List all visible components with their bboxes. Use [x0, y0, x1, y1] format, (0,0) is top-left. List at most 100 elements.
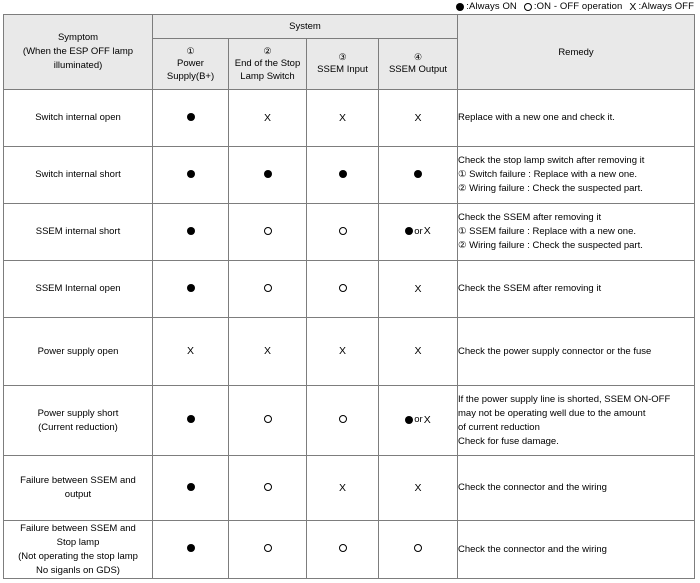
header-system-group: System: [152, 14, 458, 39]
x-mark-icon: X: [339, 112, 346, 123]
open-circle-glyph: [338, 226, 347, 235]
open-circle-glyph: [263, 544, 272, 552]
symptom-cell: Switch internal open: [3, 89, 153, 147]
symbol-legend: : Always ON : ON - OFF operation X : Alwa…: [0, 0, 694, 14]
column-label-line1: End of the Stop: [234, 58, 301, 69]
table-row: Switch internal short Check the stop lamp…: [3, 146, 695, 204]
open-circle-icon: [338, 283, 347, 292]
symptom-line-1: output: [64, 489, 92, 500]
open-circle-icon: [263, 283, 272, 292]
filled-circle-icon: [186, 112, 195, 121]
diagnostic-table-page: : Always ON : ON - OFF operation X : Alwa…: [0, 0, 700, 583]
state-cell-col4: X: [378, 455, 458, 521]
state-cell-col1: [152, 146, 229, 204]
remedy-line-0: Check the SSEM after removing it: [458, 212, 602, 223]
symptom-line-0: Switch internal open: [35, 112, 121, 123]
state-cell-col3: [306, 146, 379, 204]
x-mark-glyph: X: [414, 481, 422, 494]
open-circle-icon: [523, 3, 532, 11]
symptom-line-0: Power supply open: [37, 345, 119, 357]
state-cell-col1: [152, 203, 229, 261]
x-mark-glyph: X: [263, 345, 271, 357]
header-system-col-3: ③ SSEM Input: [306, 38, 379, 90]
filled-circle-glyph: [186, 482, 195, 491]
filled-circle-glyph: [263, 169, 272, 178]
x-mark-glyph: X: [186, 345, 194, 357]
remedy-line-0: Check the power supply connector or the …: [458, 345, 652, 357]
column-number-3: ③: [338, 52, 347, 63]
symptom-cell: Switch internal short: [3, 146, 153, 204]
symptom-line-0: Switch internal short: [35, 169, 121, 180]
remedy-cell: Check the power supply connector or the …: [457, 317, 695, 386]
remedy-line-2: of current reduction: [458, 421, 540, 433]
filled-circle-icon: [414, 169, 422, 178]
symptom-line-0: Power supply short: [37, 407, 119, 419]
x-mark-icon: X: [414, 112, 421, 123]
x-mark-glyph: X: [629, 1, 637, 13]
filled-circle-glyph: [186, 544, 195, 552]
remedy-line-3: Check for fuse damage.: [458, 435, 559, 447]
filled-circle-glyph: [186, 415, 195, 423]
remedy-cell: Replace with a new one and check it.: [457, 89, 695, 147]
legend-item-2: X : Always OFF: [629, 0, 694, 14]
open-circle-glyph: [414, 544, 422, 552]
remedy-cell: Check the connector and the wiring: [457, 455, 695, 521]
remedy-line-0: Check the SSEM after removing it: [458, 283, 602, 294]
header-symptom-line2: (When the ESP OFF lamp: [22, 46, 134, 57]
x-mark-icon: X: [264, 112, 271, 123]
symptom-cell: Failure between SSEM and Stop lamp (Not op…: [3, 520, 153, 579]
legend-item-1: : ON - OFF operation: [523, 0, 623, 14]
open-circle-icon: [263, 415, 272, 423]
filled-circle-icon: [338, 169, 347, 178]
remedy-line-0: Check the stop lamp switch after removin…: [458, 155, 645, 166]
remedy-cell: Check the SSEM after removing it: [457, 260, 695, 318]
state-cell-col1: [152, 455, 229, 521]
x-mark-icon: X: [414, 346, 421, 357]
table-row: Power supply short (Current reduction) or…: [3, 385, 695, 456]
symptom-line-0: SSEM Internal open: [35, 283, 121, 294]
symptom-line-1: (Current reduction): [38, 421, 118, 433]
remedy-line-1: may not be operating well due to the amo…: [458, 407, 646, 419]
state-cell-col3: [306, 520, 379, 579]
header-row-group: Symptom (When the ESP OFF lamp illuminat…: [3, 14, 695, 90]
filled-circle-glyph: [414, 169, 422, 178]
filled-circle-glyph: [186, 226, 195, 235]
symptom-line-3: No siganls on GDS): [36, 564, 120, 576]
legend-label: Always OFF: [641, 1, 694, 12]
state-cell-col1: [152, 89, 229, 147]
header-system-col-4: ④ SSEM Output: [378, 38, 458, 90]
open-circle-glyph: [263, 283, 272, 292]
state-cell-col3: [306, 385, 379, 456]
state-cell-col1: [152, 260, 229, 318]
filled-circle-or-x-icon: or X: [405, 414, 431, 426]
x-mark-icon: X: [414, 481, 422, 494]
state-cell-col3: X: [306, 89, 379, 147]
remedy-cell: Check the SSEM after removing it ① SSEM f…: [457, 203, 695, 261]
symptom-line-2: (Not operating the stop lamp: [18, 550, 138, 562]
filled-circle-icon: [456, 3, 465, 11]
remedy-line-0: Check the connector and the wiring: [458, 543, 607, 555]
x-mark-glyph: X: [414, 282, 422, 295]
table-body: Switch internal open X X X Replace with a ne…: [3, 89, 695, 579]
open-circle-icon: [263, 482, 272, 491]
symptom-line-0: Failure between SSEM and: [20, 475, 136, 486]
table-row: Power supply open X X X X Check the power sup…: [3, 317, 695, 386]
filled-circle-glyph: [186, 112, 195, 121]
remedy-line-2: ② Wiring failure : Check the suspected p…: [458, 183, 643, 194]
state-cell-col2: [228, 385, 307, 456]
filled-circle-glyph: [338, 169, 347, 178]
filled-circle-glyph: [456, 3, 465, 11]
remedy-line-2: ② Wiring failure : Check the suspected p…: [458, 240, 643, 251]
state-cell-col4: or X: [378, 385, 458, 456]
header-system-col-1: ① Power Supply(B+): [152, 38, 229, 90]
column-number-2: ②: [263, 46, 272, 56]
open-circle-glyph: [523, 3, 532, 11]
table-row: Switch internal open X X X Replace with a ne…: [3, 89, 695, 147]
open-circle-icon: [263, 544, 272, 552]
state-cell-col4: [378, 146, 458, 204]
state-cell-col4: or X: [378, 203, 458, 261]
column-number-1: ①: [186, 46, 195, 56]
or-label: or: [414, 414, 423, 426]
symptom-cell: SSEM Internal open: [3, 260, 153, 318]
symptom-cell: SSEM internal short: [3, 203, 153, 261]
